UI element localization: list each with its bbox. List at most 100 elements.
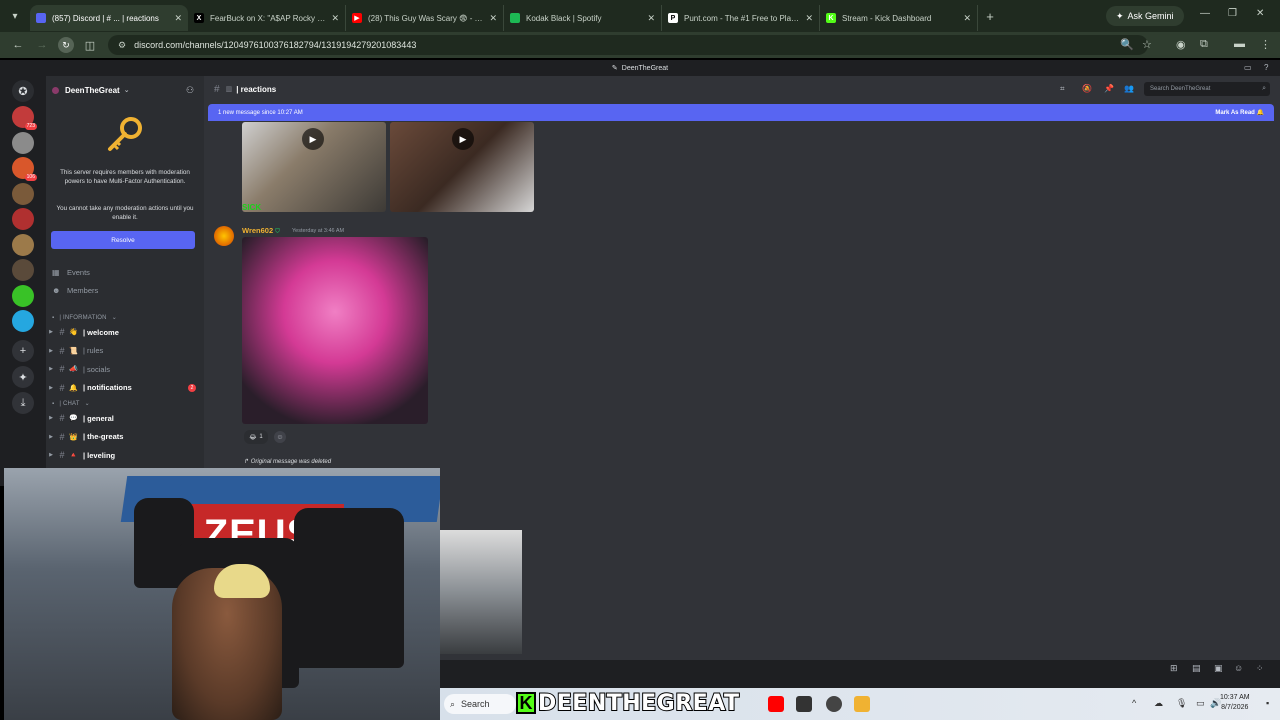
browser-tab[interactable]: ▶ (28) This Guy Was Scary 😨 - Yo... ✕ bbox=[346, 5, 504, 31]
mark-as-read-button[interactable]: Mark As Read 🔔 bbox=[1215, 109, 1264, 116]
discover-icon[interactable]: ✦ bbox=[12, 366, 34, 388]
channel-item[interactable]: ▶ # 📜 | rules bbox=[46, 343, 204, 359]
close-tab-icon[interactable]: ✕ bbox=[647, 13, 655, 24]
server-header[interactable]: DeenTheGreat ⌄ ⚇ bbox=[46, 76, 204, 104]
network-icon[interactable]: ☁ bbox=[1154, 698, 1163, 709]
server-icon[interactable]: 723 bbox=[12, 106, 37, 130]
site-info-icon[interactable]: ⚙ bbox=[118, 40, 126, 51]
caret-right-icon: ▶ bbox=[49, 366, 53, 372]
help-icon[interactable]: ? bbox=[1264, 63, 1268, 72]
gif-icon[interactable]: ▤ bbox=[1192, 663, 1201, 674]
caret-right-icon: ▶ bbox=[49, 452, 53, 458]
tab-search-button[interactable]: ▾ bbox=[0, 0, 30, 32]
server-icon[interactable] bbox=[12, 208, 34, 230]
close-tab-icon[interactable]: ✕ bbox=[805, 13, 813, 24]
browser-tab[interactable]: P Punt.com - The #1 Free to Play... ✕ bbox=[662, 5, 820, 31]
server-icon[interactable]: 106 bbox=[12, 157, 37, 181]
reload-button[interactable]: ↻ bbox=[54, 37, 78, 53]
address-bar[interactable]: ⚙ discord.com/channels/12049761003761827… bbox=[108, 35, 1148, 55]
microphone-icon[interactable]: 🎙 bbox=[1176, 698, 1187, 709]
minimize-icon[interactable]: — bbox=[1200, 8, 1210, 19]
search-input[interactable]: Search DeenTheGreat ⌕ bbox=[1144, 82, 1270, 96]
server-icon[interactable] bbox=[12, 259, 34, 281]
apps-icon[interactable]: ⁘ bbox=[1256, 663, 1264, 674]
display-icon[interactable]: ▭ bbox=[1196, 698, 1205, 709]
hashtag-icon: # bbox=[214, 83, 220, 95]
profile-icon[interactable]: ▬ bbox=[1234, 38, 1245, 50]
channel-emoji: 🔔 bbox=[69, 384, 78, 392]
server-icon[interactable] bbox=[12, 182, 34, 205]
threads-icon[interactable]: ⌗ bbox=[1060, 84, 1065, 94]
message-author[interactable]: Wren602 ⛉ bbox=[242, 226, 280, 236]
channel-item[interactable]: ▶ # 🔺 | leveling bbox=[46, 447, 204, 463]
browser-tab[interactable]: K Stream - Kick Dashboard ✕ bbox=[820, 5, 978, 31]
new-messages-bar[interactable]: 1 new message since 10:27 AM Mark As Rea… bbox=[208, 104, 1274, 121]
channel-item[interactable]: ▶ # 📣 | socials bbox=[46, 361, 204, 377]
channel-item[interactable]: ▶ # 💬 | general bbox=[46, 410, 204, 426]
bookmark-star-icon[interactable]: ☆ bbox=[1142, 38, 1152, 51]
close-tab-icon[interactable]: ✕ bbox=[331, 13, 339, 24]
zoom-icon[interactable]: 🔍 bbox=[1120, 38, 1134, 51]
inbox-icon[interactable]: ▭ bbox=[1244, 63, 1252, 72]
download-icon[interactable]: ⤓ bbox=[12, 392, 34, 414]
server-icon[interactable] bbox=[12, 284, 34, 307]
sticker-icon[interactable]: ▣ bbox=[1214, 663, 1223, 674]
add-reaction-icon[interactable]: ☺ bbox=[274, 431, 286, 443]
sidebar-link[interactable]: ▦ Events bbox=[52, 268, 90, 277]
browser-tab[interactable]: X FearBuck on X: "A$AP Rocky g... ✕ bbox=[188, 5, 346, 31]
close-tab-icon[interactable]: ✕ bbox=[174, 13, 182, 24]
server-icon[interactable] bbox=[12, 131, 34, 154]
system-clock[interactable]: 10:37 AM 8/7/2026 bbox=[1220, 693, 1250, 713]
video-attachment[interactable]: ▶ SICK bbox=[242, 122, 386, 212]
reload-icon: ↻ bbox=[58, 37, 74, 53]
channel-item[interactable]: ▶ # 🔔 | notifications 2 bbox=[46, 380, 204, 396]
close-window-icon[interactable]: ✕ bbox=[1256, 8, 1264, 19]
video-attachment[interactable]: ▶ bbox=[390, 122, 534, 212]
avatar[interactable] bbox=[214, 226, 234, 246]
file-explorer-icon[interactable] bbox=[854, 696, 870, 712]
youtube-icon[interactable] bbox=[768, 696, 784, 712]
channel-item[interactable]: ▶ # 👑 | the-greats bbox=[46, 429, 204, 445]
browser-menu-icon[interactable]: ⋮ bbox=[1260, 38, 1271, 51]
member-list-icon[interactable]: 👥 bbox=[1124, 84, 1134, 93]
chevron-up-icon[interactable]: ^ bbox=[1132, 698, 1136, 708]
play-icon[interactable]: ▶ bbox=[452, 128, 474, 150]
extension-icon[interactable]: ◉ bbox=[1176, 38, 1186, 51]
browser-tab[interactable]: (857) Discord | # ... | reactions ✕ bbox=[30, 5, 188, 31]
ask-gemini-button[interactable]: ✦ Ask Gemini bbox=[1106, 6, 1184, 26]
split-view-icon[interactable]: ◫ bbox=[78, 39, 102, 52]
resolve-button[interactable]: Resolve bbox=[51, 231, 195, 249]
emoji-picker-icon[interactable]: ☺ bbox=[1234, 663, 1243, 673]
restore-icon[interactable]: ❐ bbox=[1228, 8, 1237, 19]
server-icon[interactable] bbox=[12, 233, 34, 256]
play-icon[interactable]: ▶ bbox=[302, 128, 324, 150]
invite-people-icon[interactable]: ⚇ bbox=[186, 85, 194, 96]
sidebar-link[interactable]: ☻ Members bbox=[52, 286, 98, 295]
forward-button[interactable]: → bbox=[30, 39, 54, 51]
close-tab-icon[interactable]: ✕ bbox=[489, 13, 497, 24]
app-icon[interactable] bbox=[826, 696, 842, 712]
tab-favicon-icon: ▶ bbox=[352, 13, 362, 23]
extensions-puzzle-icon[interactable]: ⧉ bbox=[1200, 38, 1208, 51]
pin-icon[interactable]: 📌 bbox=[1104, 84, 1114, 93]
server-icon[interactable] bbox=[12, 310, 34, 332]
image-attachment[interactable] bbox=[242, 237, 428, 424]
browser-tab[interactable]: Kodak Black | Spotify ✕ bbox=[504, 5, 662, 31]
streamer-name-overlay: K DEENTHEGREAT bbox=[516, 688, 740, 718]
close-tab-icon[interactable]: ✕ bbox=[963, 13, 971, 24]
notification-bell-icon[interactable]: 🔕 bbox=[1082, 84, 1092, 93]
add-server-icon[interactable]: + bbox=[12, 340, 34, 362]
discord-home-icon[interactable]: ✪ bbox=[12, 80, 34, 102]
notification-icon[interactable]: ▪ bbox=[1266, 698, 1269, 708]
new-tab-button[interactable]: + bbox=[978, 9, 1002, 24]
channel-category[interactable]: ▪ | INFORMATION ⌄ bbox=[52, 314, 117, 322]
mfa-warning-text: You cannot take any moderation actions u… bbox=[56, 205, 194, 221]
taskbar-search[interactable]: ⌕ Search bbox=[444, 694, 516, 714]
gift-icon[interactable]: ⊞ bbox=[1170, 663, 1178, 674]
hashtag-icon: # bbox=[59, 450, 65, 460]
channel-item[interactable]: ▶ # 👋 | welcome bbox=[46, 324, 204, 340]
back-button[interactable]: ← bbox=[6, 39, 30, 51]
channel-category[interactable]: ▪ | CHAT ⌄ bbox=[52, 400, 90, 408]
steam-icon[interactable] bbox=[796, 696, 812, 712]
reaction-pill[interactable]: 😂 1 bbox=[244, 430, 268, 444]
